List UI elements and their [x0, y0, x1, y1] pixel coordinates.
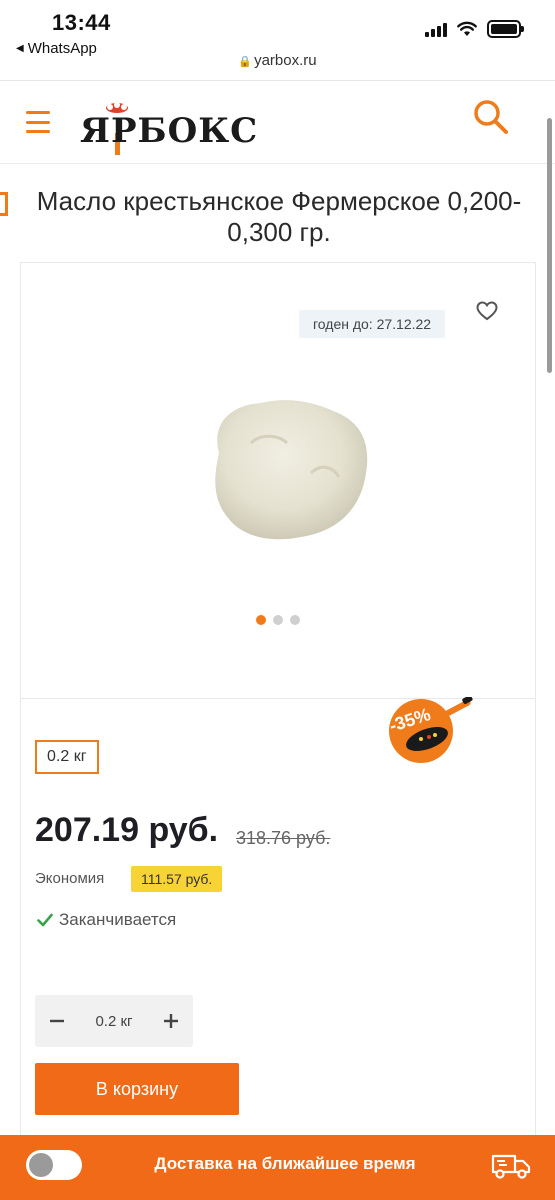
- product-title: Масло крестьянское Фермерское 0,200-0,30…: [36, 186, 522, 247]
- add-to-cart-button[interactable]: В корзину: [35, 1063, 239, 1115]
- product-card: годен до: 27.12.22 0.2 кг -35% 207.19 ру…: [20, 262, 536, 1162]
- hamburger-icon[interactable]: [26, 111, 50, 133]
- site-logo[interactable]: ЯРБОКС: [80, 99, 257, 155]
- minus-icon: [50, 1019, 64, 1023]
- delivery-toggle[interactable]: [26, 1150, 82, 1180]
- quantity-stepper: 0.2 кг: [35, 995, 193, 1047]
- status-time: 13:44: [52, 10, 111, 35]
- decrease-quantity-button[interactable]: [35, 995, 79, 1047]
- url-text: yarbox.ru: [254, 52, 317, 69]
- product-image: [215, 400, 368, 540]
- check-icon: [37, 913, 53, 927]
- weight-option[interactable]: 0.2 кг: [35, 740, 99, 774]
- toggle-knob: [29, 1153, 53, 1177]
- battery-icon: [487, 20, 524, 38]
- delivery-text: Доставка на ближайшее время: [154, 1154, 416, 1173]
- gallery-dot-1[interactable]: [256, 615, 266, 625]
- product-gallery[interactable]: годен до: 27.12.22: [21, 263, 535, 699]
- plus-icon: [164, 1014, 178, 1028]
- savings-badge: 111.57 руб.: [131, 866, 223, 892]
- cellular-signal-icon: [425, 21, 447, 37]
- heart-icon[interactable]: [476, 301, 498, 321]
- quantity-value[interactable]: 0.2 кг: [79, 1013, 149, 1030]
- savings-label: Экономия: [35, 870, 105, 887]
- site-header: ЯРБОКС: [0, 80, 555, 164]
- gallery-pagination: [21, 615, 535, 625]
- lock-icon: 🔒: [238, 56, 253, 68]
- url-bar[interactable]: 🔒 yarbox.ru: [0, 52, 555, 69]
- stock-status-text: Заканчивается: [59, 910, 177, 929]
- expiry-badge: годен до: 27.12.22: [299, 310, 446, 338]
- current-price: 207.19 руб.: [35, 811, 219, 849]
- increase-quantity-button[interactable]: [149, 995, 193, 1047]
- page-scrollbar[interactable]: [547, 118, 552, 373]
- status-icons: [425, 20, 524, 38]
- truck-icon[interactable]: [491, 1152, 531, 1180]
- gallery-dot-3[interactable]: [290, 615, 300, 625]
- gallery-dot-2[interactable]: [273, 615, 283, 625]
- status-bar: 13:44 ◀ WhatsApp 🔒 yarbox.ru: [0, 0, 555, 80]
- delivery-bar: Доставка на ближайшее время: [0, 1135, 555, 1200]
- search-icon[interactable]: [471, 97, 511, 137]
- stock-status: Заканчивается: [37, 910, 176, 930]
- old-price: 318.76 руб.: [236, 828, 331, 848]
- wifi-icon: [457, 21, 477, 36]
- discount-pan-icon: -35%: [387, 697, 473, 763]
- title-accent-mark: [0, 192, 8, 216]
- logo-text: ЯРБОКС: [80, 111, 259, 151]
